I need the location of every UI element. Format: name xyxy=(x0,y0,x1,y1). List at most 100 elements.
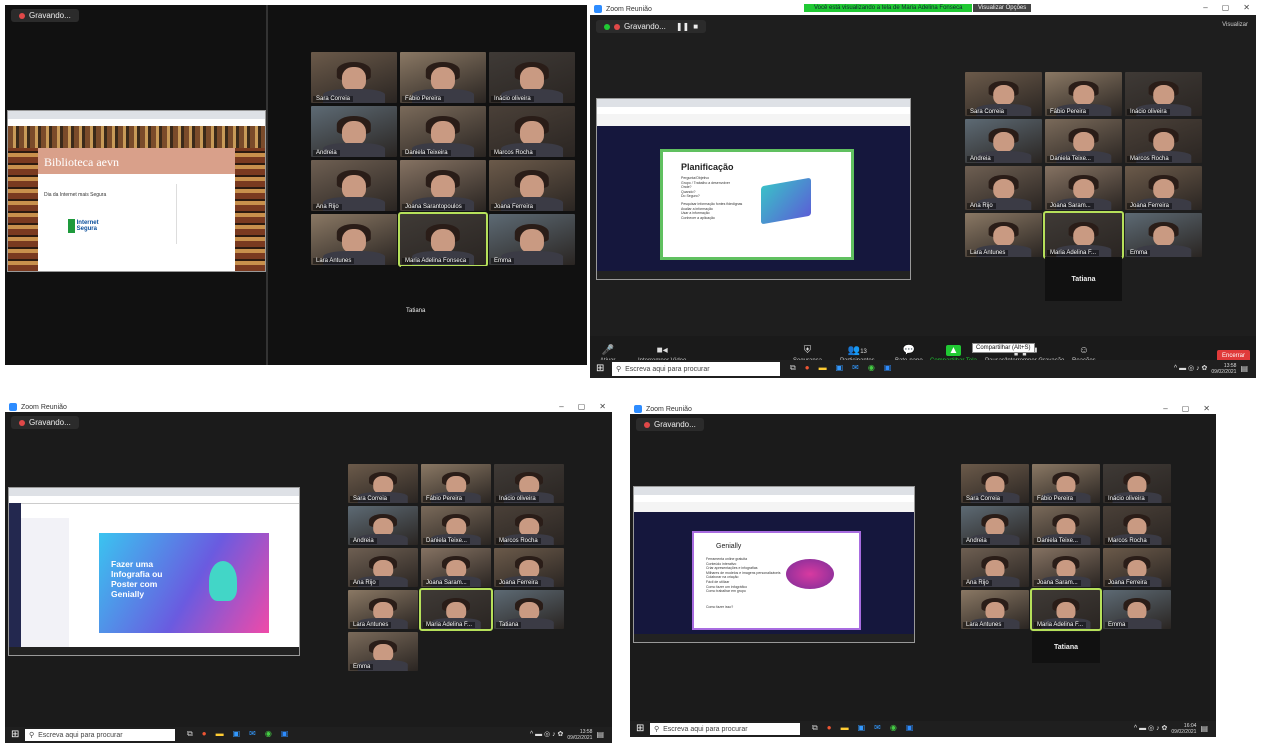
participant-tile[interactable]: Marcos Rocha xyxy=(489,106,575,157)
participant-tile[interactable]: Emma xyxy=(1125,213,1202,257)
participant-tile[interactable]: Emma xyxy=(489,214,575,265)
participant-tile[interactable]: Joana Saram... xyxy=(1032,548,1100,587)
participant-tile[interactable]: Sara Correia xyxy=(961,464,1029,503)
participant-tile[interactable]: Marcos Rocha xyxy=(1125,119,1202,163)
participant-tile[interactable]: Fábio Pereira xyxy=(400,52,486,103)
app-icon[interactable]: ▣ xyxy=(233,729,241,739)
zoom-icon[interactable]: ▣ xyxy=(906,723,914,733)
participant-card-tatiana[interactable]: Tatiana xyxy=(1032,632,1100,663)
taskbar-search[interactable]: ⚲ Escreva aqui para procurar xyxy=(650,723,800,735)
participant-tile[interactable]: Maria Adelina Fonseca xyxy=(398,212,488,267)
participant-tile[interactable]: Joana Saram... xyxy=(1045,166,1122,210)
participant-tile[interactable]: Daniela Teixeira xyxy=(400,106,486,157)
participant-tile[interactable]: Lara Antunes xyxy=(348,590,418,629)
zoom-icon[interactable]: ▣ xyxy=(281,729,289,739)
participant-tile[interactable]: Sara Correia xyxy=(311,52,397,103)
chrome-icon[interactable]: ◉ xyxy=(868,363,875,373)
recording-badge[interactable]: Gravando... xyxy=(11,416,79,429)
participant-tile[interactable]: Ana Rijo xyxy=(348,548,418,587)
participant-tile[interactable]: Sara Correia xyxy=(965,72,1042,116)
participant-tile[interactable]: Joana Ferreira xyxy=(1125,166,1202,210)
close-icon[interactable]: ✕ xyxy=(599,402,606,411)
participant-tile[interactable]: Ana Rijo xyxy=(961,548,1029,587)
task-view-icon[interactable]: ⧉ xyxy=(812,723,818,733)
participant-tile[interactable]: Joana Sarantopoulos xyxy=(400,160,486,211)
mail-icon[interactable]: ✉ xyxy=(249,729,256,739)
participant-tile[interactable]: Emma xyxy=(348,632,418,671)
app-icon[interactable]: ● xyxy=(827,723,832,733)
participant-tile[interactable]: Inácio oliveira xyxy=(1103,464,1171,503)
participant-tile[interactable]: Joana Ferreira xyxy=(1103,548,1171,587)
restore-icon[interactable]: ▢ xyxy=(1182,404,1190,413)
participant-tile[interactable]: Joana Saram... xyxy=(421,548,491,587)
participant-tile[interactable]: Andreia xyxy=(961,506,1029,545)
participant-tile[interactable]: Daniela Teixe... xyxy=(421,506,491,545)
participant-tile[interactable]: Inácio oliveira xyxy=(1125,72,1202,116)
participant-tile[interactable]: Maria Adelina F... xyxy=(1043,211,1124,259)
chrome-icon[interactable]: ◉ xyxy=(265,729,272,739)
participant-tile[interactable]: Maria Adelina F... xyxy=(1030,588,1102,631)
participant-tile[interactable]: Sara Correia xyxy=(348,464,418,503)
task-view-icon[interactable]: ⧉ xyxy=(187,729,193,739)
participant-tile[interactable]: Maria Adelina F... xyxy=(419,588,493,631)
zoom-icon[interactable]: ▣ xyxy=(884,363,892,373)
folder-icon[interactable]: ▬ xyxy=(841,723,849,733)
participant-tile[interactable]: Tatiana xyxy=(494,590,564,629)
taskbar-search[interactable]: ⚲ Escreva aqui para procurar xyxy=(25,729,175,741)
participant-tile[interactable]: Ana Rijo xyxy=(311,160,397,211)
participant-tile[interactable]: Andreia xyxy=(311,106,397,157)
participant-tile[interactable]: Lara Antunes xyxy=(965,213,1042,257)
recording-badge[interactable]: Gravando... xyxy=(11,9,79,22)
app-icon[interactable]: ▣ xyxy=(858,723,866,733)
participant-tile[interactable]: Joana Ferreira xyxy=(494,548,564,587)
app-icon[interactable]: ● xyxy=(805,363,810,373)
participant-tile[interactable]: Joana Ferreira xyxy=(489,160,575,211)
notification-icon[interactable]: ▤ xyxy=(596,731,604,739)
task-view-icon[interactable]: ⧉ xyxy=(790,363,796,373)
participant-tile[interactable]: Ana Rijo xyxy=(965,166,1042,210)
participant-tile[interactable]: Daniela Teixe... xyxy=(1045,119,1122,163)
recording-badge[interactable]: Gravando... ❚❚ ■ xyxy=(596,20,707,33)
view-button[interactable]: Visualizar xyxy=(1222,22,1248,28)
participant-card-tatiana[interactable]: Tatiana xyxy=(1045,257,1122,301)
participant-name: Andreia xyxy=(963,538,990,544)
chrome-icon[interactable]: ◉ xyxy=(890,723,897,733)
participant-tile[interactable]: Marcos Rocha xyxy=(1103,506,1171,545)
participant-card-tatiana[interactable]: Tatiana xyxy=(401,266,487,317)
participant-tile[interactable]: Marcos Rocha xyxy=(494,506,564,545)
participant-tile[interactable]: Andreia xyxy=(965,119,1042,163)
participant-tile[interactable]: Andreia xyxy=(348,506,418,545)
app-icon[interactable]: ▣ xyxy=(836,363,844,373)
participant-tile[interactable]: Lara Antunes xyxy=(961,590,1029,629)
app-icon[interactable]: ● xyxy=(202,729,207,739)
participant-tile[interactable]: Fábio Pereira xyxy=(421,464,491,503)
participant-tile[interactable]: Daniela Teixe... xyxy=(1032,506,1100,545)
recording-badge[interactable]: Gravando... xyxy=(636,418,704,431)
view-options-button[interactable]: Visualizar Opções xyxy=(973,4,1032,12)
windows-start-icon[interactable]: ⊞ xyxy=(11,729,19,740)
restore-icon[interactable]: ▢ xyxy=(1222,3,1230,12)
participant-tile[interactable]: Fábio Pereira xyxy=(1045,72,1122,116)
windows-start-icon[interactable]: ⊞ xyxy=(596,363,604,374)
folder-icon[interactable]: ▬ xyxy=(216,729,224,739)
notification-icon[interactable]: ▤ xyxy=(1200,725,1208,733)
participant-tile[interactable]: Inácio oliveira xyxy=(494,464,564,503)
folder-icon[interactable]: ▬ xyxy=(819,363,827,373)
minimize-icon[interactable]: – xyxy=(559,402,563,411)
pause-icon[interactable]: ❚❚ xyxy=(676,22,689,31)
restore-icon[interactable]: ▢ xyxy=(578,402,586,411)
minimize-icon[interactable]: – xyxy=(1203,3,1207,12)
minimize-icon[interactable]: – xyxy=(1163,404,1167,413)
participant-tile[interactable]: Fábio Pereira xyxy=(1032,464,1100,503)
stop-icon[interactable]: ■ xyxy=(693,22,698,31)
close-icon[interactable]: ✕ xyxy=(1203,404,1210,413)
notification-icon[interactable]: ▤ xyxy=(1240,365,1248,373)
mail-icon[interactable]: ✉ xyxy=(852,363,859,373)
participant-tile[interactable]: Lara Antunes xyxy=(311,214,397,265)
taskbar-search[interactable]: ⚲ Escreva aqui para procurar xyxy=(612,362,780,376)
participant-tile[interactable]: Emma xyxy=(1103,590,1171,629)
windows-start-icon[interactable]: ⊞ xyxy=(636,723,644,734)
close-icon[interactable]: ✕ xyxy=(1243,3,1250,12)
mail-icon[interactable]: ✉ xyxy=(874,723,881,733)
participant-tile[interactable]: Inácio oliveira xyxy=(489,52,575,103)
